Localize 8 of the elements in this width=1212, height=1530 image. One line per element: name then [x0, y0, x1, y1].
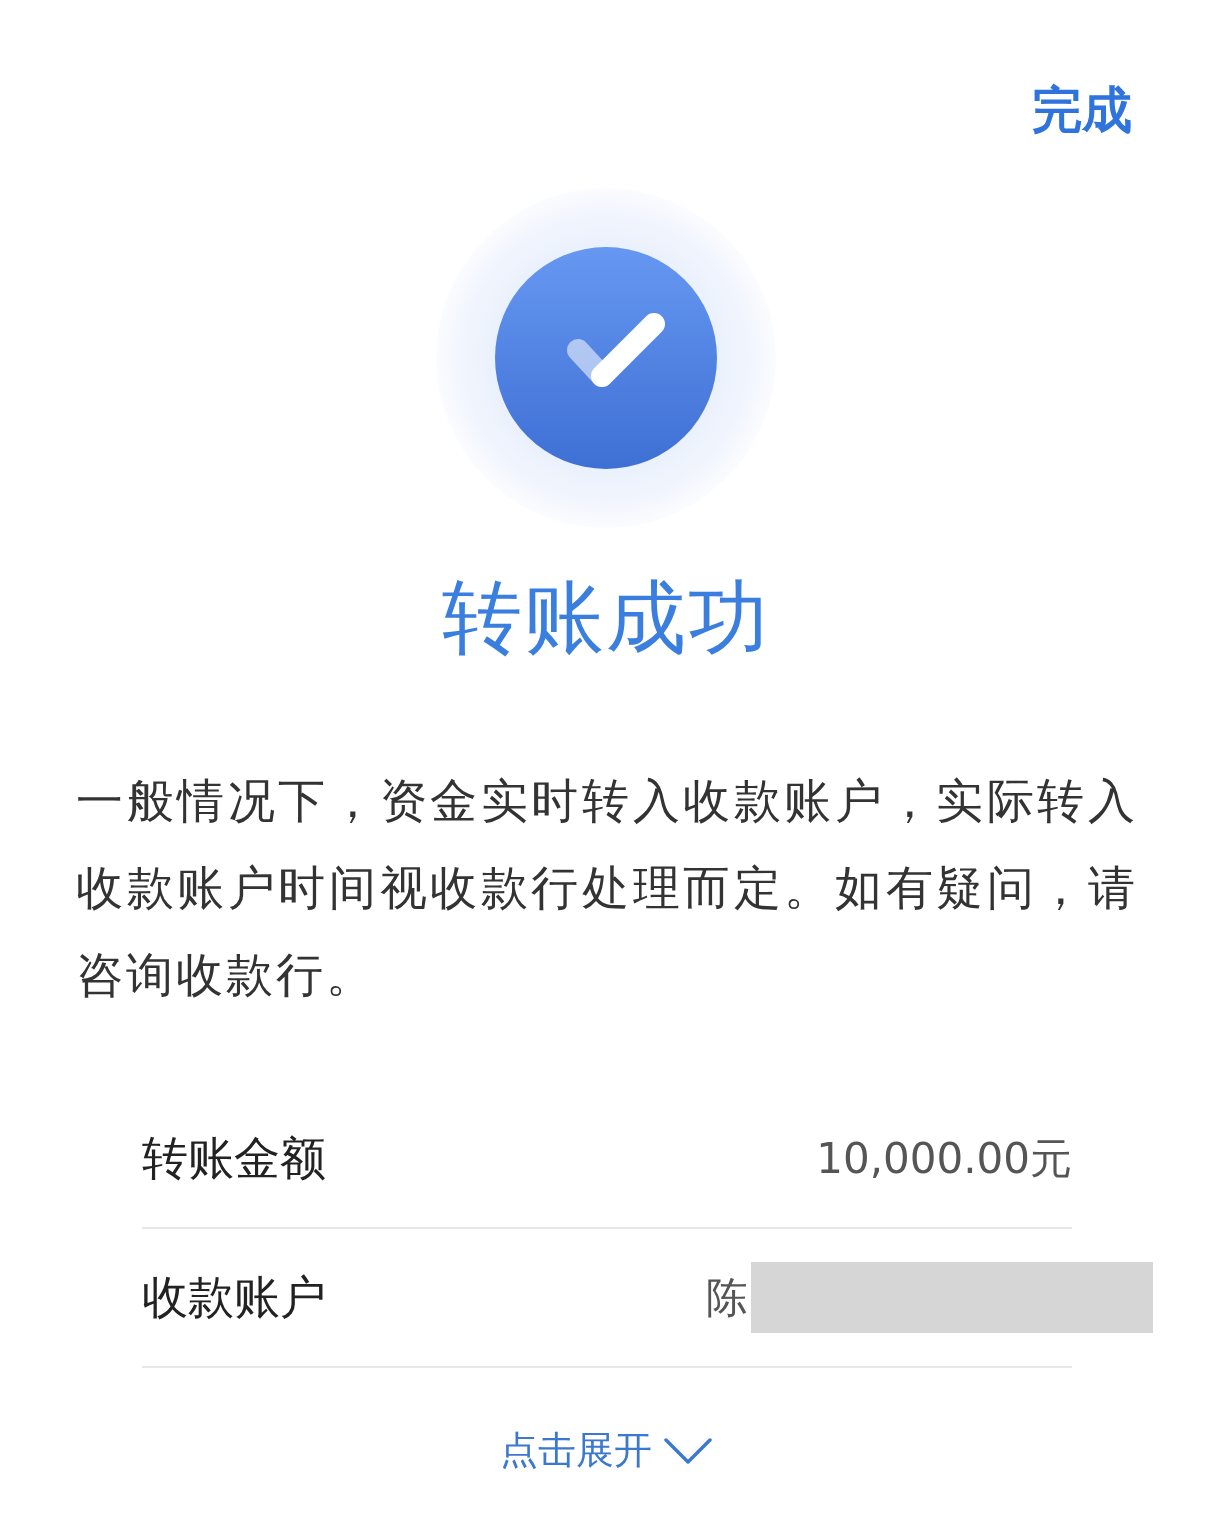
done-button[interactable]: 完成	[1032, 80, 1132, 140]
detail-label: 转账金额	[142, 1129, 326, 1187]
detail-label: 收款账户	[142, 1268, 326, 1326]
detail-value: 陈	[706, 1271, 748, 1324]
result-title: 转账成功	[441, 570, 771, 666]
result-message: 一般情况下，资金实时转入收款账户，实际转入收款账户时间视收款行处理而定。如有疑问，请咨询收款行。	[75, 772, 1139, 1004]
expand-link[interactable]: 点击展开	[500, 1428, 712, 1474]
detail-value: 10,000.00元	[816, 1132, 1072, 1185]
